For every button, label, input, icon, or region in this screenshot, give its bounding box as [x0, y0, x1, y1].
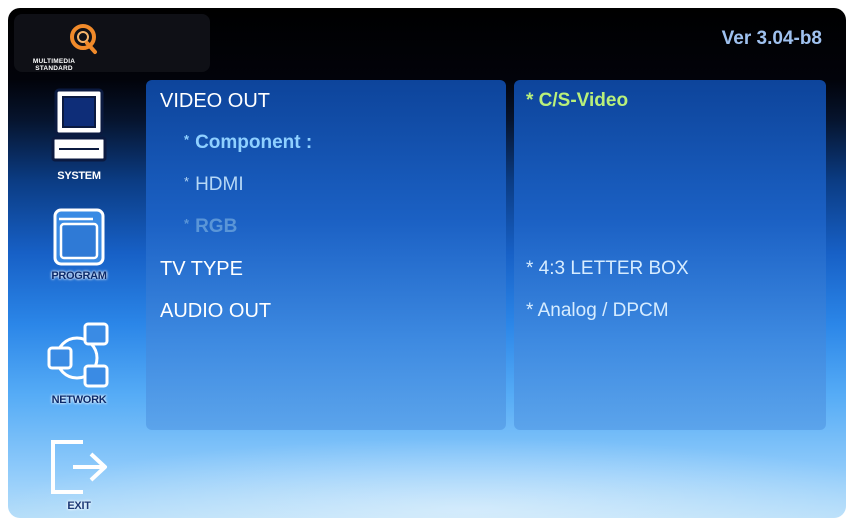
sidebar-item-program[interactable]: PROGRAM	[34, 206, 124, 282]
logo-q-icon	[70, 24, 97, 54]
monitor-icon	[51, 88, 107, 162]
brand-logo: MULTIMEDIA STANDARD	[14, 14, 210, 72]
settings-value-panel	[514, 80, 826, 430]
sidebar-item-label: EXIT	[67, 500, 91, 512]
logo-text: MULTIMEDIA STANDARD	[32, 58, 76, 72]
sidebar-item-label: NETWORK	[51, 394, 107, 406]
network-icon	[47, 322, 109, 388]
sidebar-item-label: PROGRAM	[51, 270, 107, 282]
sidebar-item-exit[interactable]: EXIT	[34, 436, 124, 512]
option-hdmi[interactable]: * HDMI	[184, 174, 244, 196]
option-component[interactable]: * Component :	[184, 132, 312, 154]
video-out-label[interactable]: VIDEO OUT	[160, 90, 270, 113]
tv-type-label[interactable]: TV TYPE	[160, 258, 243, 281]
window-icon	[53, 208, 105, 266]
video-out-value[interactable]: * C/S-Video	[526, 90, 628, 112]
sidebar-item-system[interactable]: SYSTEM	[34, 86, 124, 182]
audio-out-label[interactable]: AUDIO OUT	[160, 300, 271, 323]
sidebar-item-network[interactable]: NETWORK	[34, 320, 124, 406]
audio-out-value[interactable]: * Analog / DPCM	[526, 300, 669, 322]
screen: MULTIMEDIA STANDARD Ver 3.04-b8 SYSTEM P…	[8, 8, 846, 518]
sidebar-item-label: SYSTEM	[57, 170, 101, 182]
option-rgb[interactable]: * RGB	[184, 216, 237, 238]
tv-type-value[interactable]: * 4:3 LETTER BOX	[526, 258, 689, 280]
version-label: Ver 3.04-b8	[721, 28, 822, 49]
exit-arrow-icon	[51, 440, 107, 494]
